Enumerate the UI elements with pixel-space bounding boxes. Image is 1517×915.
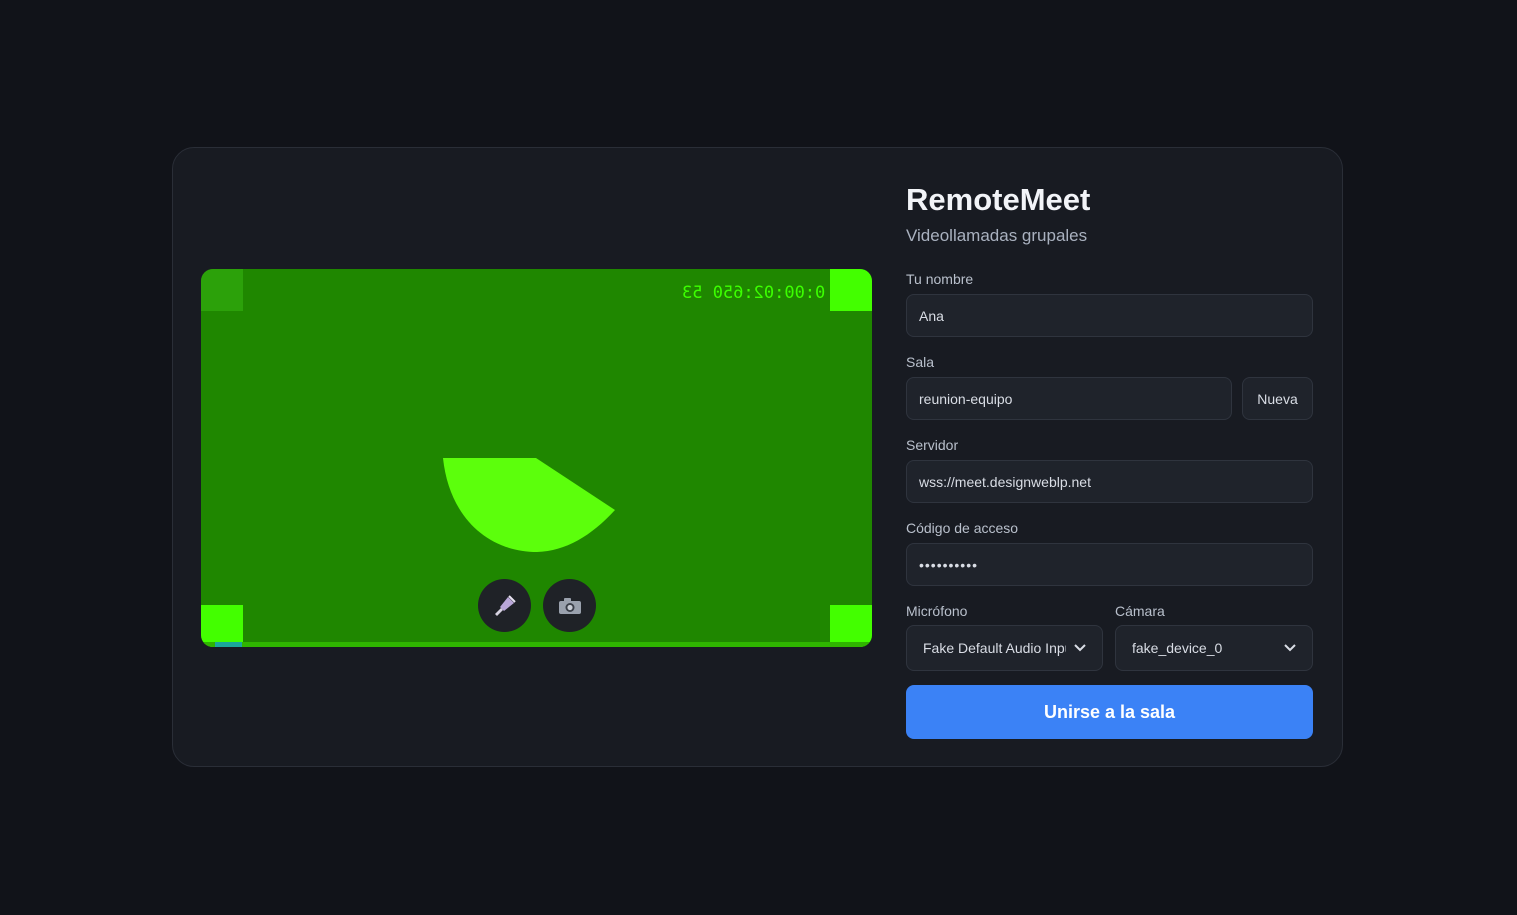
name-input[interactable]: Ana	[906, 294, 1313, 337]
chevron-down-icon	[1074, 644, 1086, 652]
server-input-value: wss://meet.designweblp.net	[919, 473, 1091, 490]
toggle-microphone-button[interactable]	[478, 579, 531, 632]
name-label: Tu nombre	[906, 271, 974, 287]
preview-timecode: 0:00:02:650 53	[681, 283, 825, 303]
test-pattern-shape	[443, 458, 615, 552]
microphone-select[interactable]: Fake Default Audio Input	[906, 625, 1103, 671]
new-room-button[interactable]: Nueva	[1242, 377, 1313, 420]
server-input[interactable]: wss://meet.designweblp.net	[906, 460, 1313, 503]
camera-label: Cámara	[1115, 603, 1165, 619]
access-code-label: Código de acceso	[906, 520, 1019, 536]
preview-corner-bottom-right	[830, 605, 872, 647]
room-input[interactable]: reunion-equipo	[906, 377, 1232, 420]
room-label: Sala	[906, 354, 935, 370]
join-room-button[interactable]: Unirse a la sala	[906, 685, 1313, 739]
app-subtitle: Videollamadas grupales	[906, 226, 1088, 245]
camera-icon	[558, 597, 581, 614]
chevron-down-icon	[1284, 644, 1296, 652]
join-card: 0:00:02:650 53 RemoteMeet Videollamadas	[172, 147, 1343, 767]
toggle-camera-button[interactable]	[543, 579, 596, 632]
microphone-label: Micrófono	[906, 603, 968, 619]
camera-select[interactable]: fake_device_0	[1115, 625, 1313, 671]
microphone-icon	[494, 594, 516, 616]
preview-corner-top-right	[830, 269, 872, 311]
server-label: Servidor	[906, 437, 959, 453]
access-code-input[interactable]: ••••••••••	[906, 543, 1313, 586]
access-code-input-value: ••••••••••	[919, 556, 979, 573]
microphone-select-value: Fake Default Audio Input	[923, 640, 1066, 656]
preview-progress-fill	[215, 642, 242, 647]
app-title: RemoteMeet	[906, 182, 1091, 217]
name-input-value: Ana	[919, 307, 944, 324]
preview-corner-bottom-left	[201, 605, 243, 647]
preview-corner-top-left	[201, 269, 243, 311]
camera-select-value: fake_device_0	[1132, 640, 1223, 656]
camera-preview: 0:00:02:650 53	[201, 269, 872, 647]
room-input-value: reunion-equipo	[919, 390, 1013, 407]
preview-progress-track	[201, 642, 872, 647]
